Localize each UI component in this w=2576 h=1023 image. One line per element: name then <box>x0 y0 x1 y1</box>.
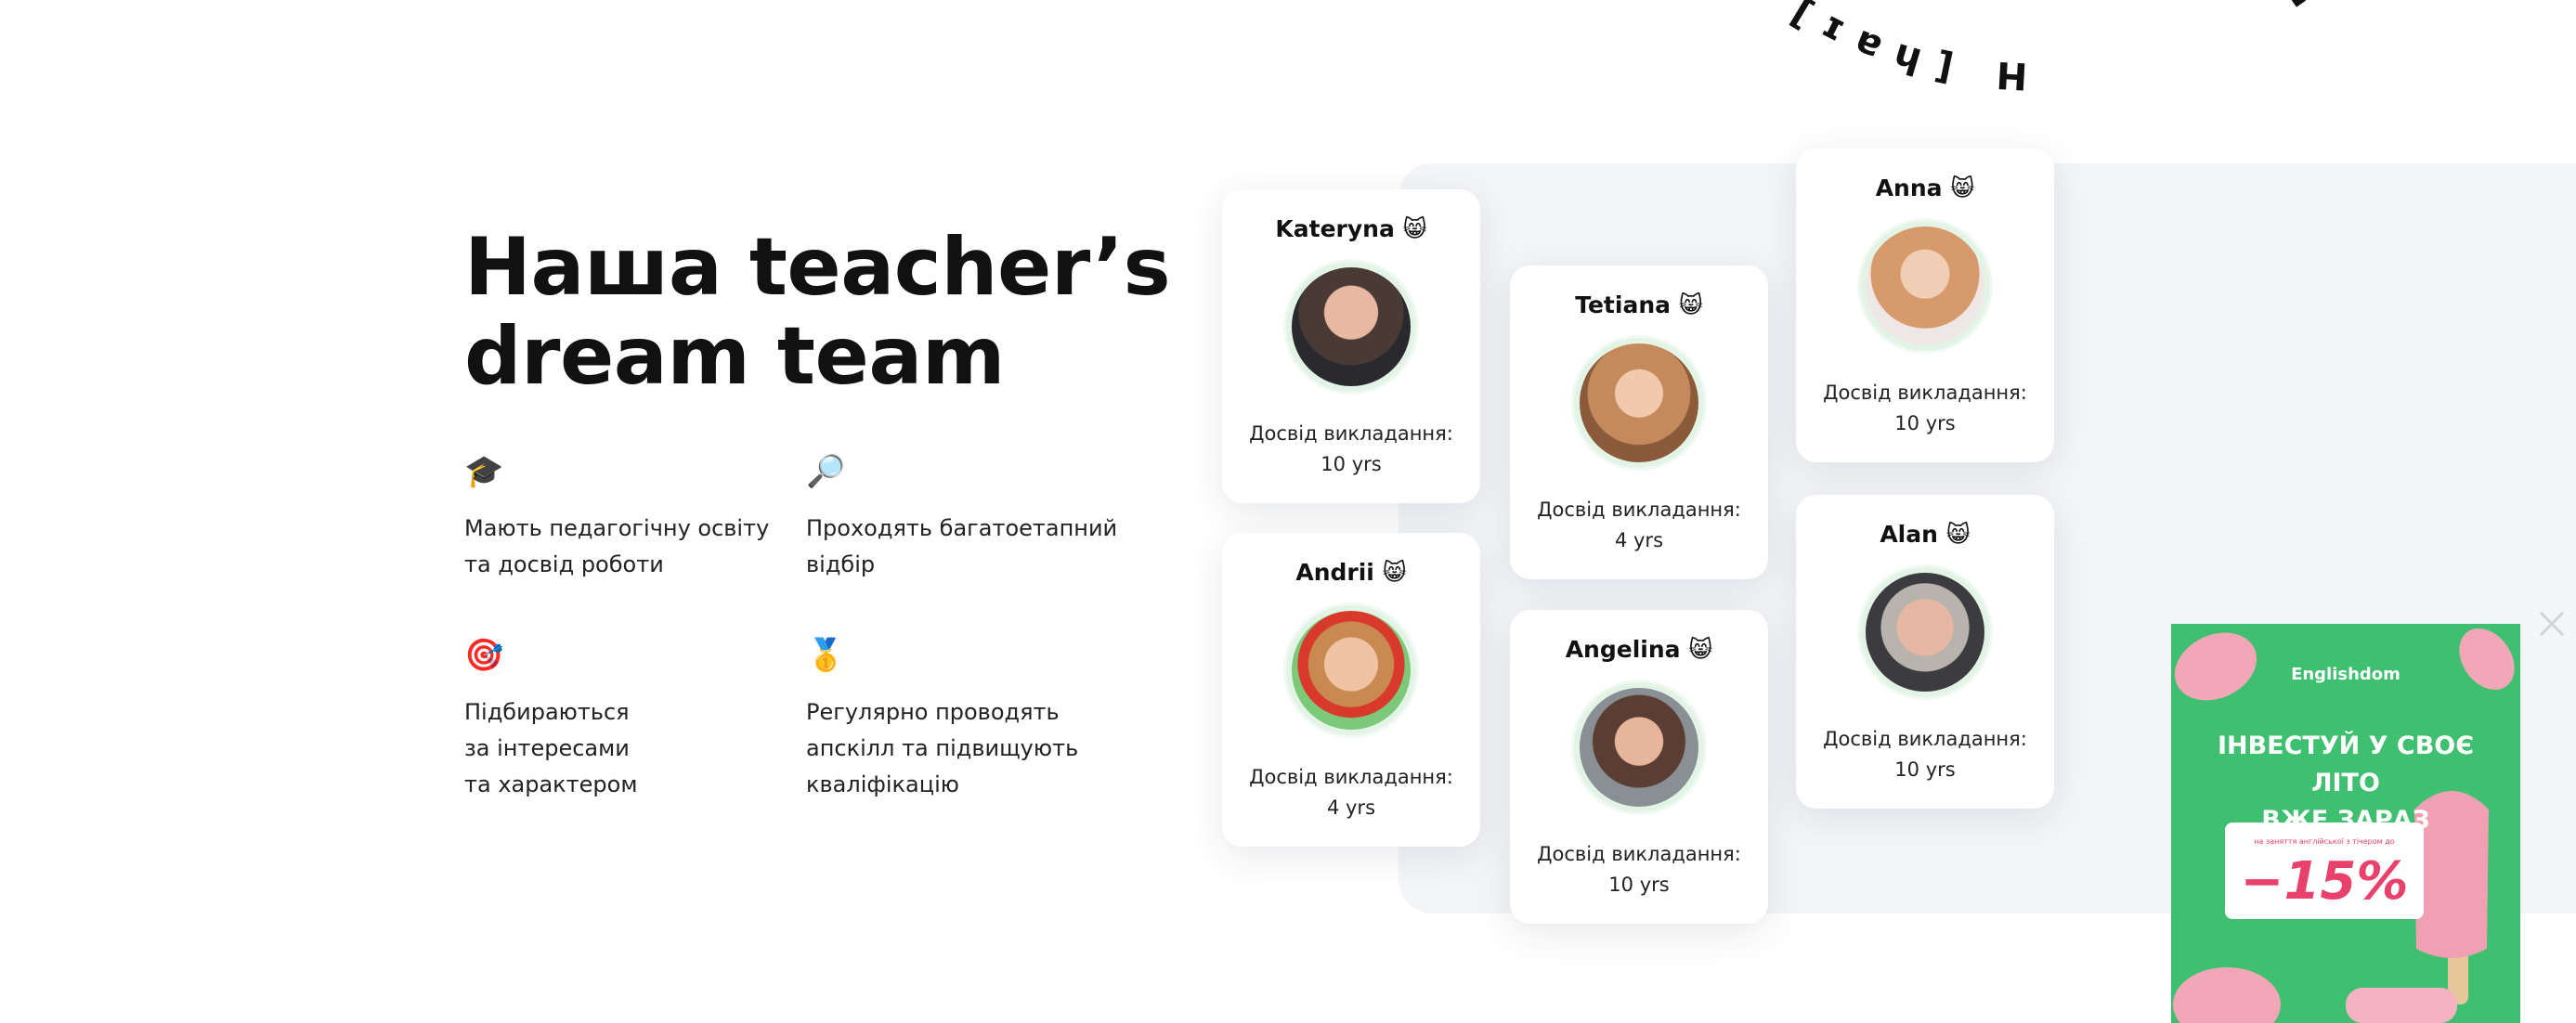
experience-label: Досвід викладання: <box>1537 499 1741 521</box>
teacher-card-tetiana[interactable]: Tetiana 😸 Досвід викладання: 4 yrs <box>1510 265 1768 579</box>
teacher-name: Anna 😸 <box>1875 175 1975 201</box>
fine-print: на заняття англійської з тічером до <box>2254 837 2395 846</box>
experience-label: Досвід викладання: <box>1823 382 2027 404</box>
brand-name: Englishdom <box>2291 665 2400 684</box>
experience-value: 10 yrs <box>1894 412 1956 434</box>
promo-banner[interactable]: Englishdom ІНВЕСТУЙ У СВОЄ ЛІТО ВЖЕ ЗАРА… <box>2171 624 2520 1023</box>
teacher-card-angelina[interactable]: Angelina 😸 Досвід викладання: 10 yrs <box>1510 610 1768 924</box>
experience-value: 10 yrs <box>1321 453 1382 475</box>
teacher-name: Andrii 😸 <box>1295 559 1407 586</box>
avatar <box>1574 338 1704 468</box>
experience-label: Досвід викладання: <box>1249 766 1453 788</box>
discount-coupon: на заняття англійської з тічером до −15% <box>2225 822 2424 919</box>
experience-label: Досвід викладання: <box>1249 422 1453 445</box>
teacher-name: Angelina 😸 <box>1565 636 1713 663</box>
experience-label: Досвід викладання: <box>1537 843 1741 865</box>
experience-label: Досвід викладання: <box>1823 728 2027 750</box>
teacher-name: Tetiana 😸 <box>1575 291 1703 318</box>
avatar <box>1286 262 1416 392</box>
teacher-card-andrii[interactable]: Andrii 😸 Досвід викладання: 4 yrs <box>1222 533 1480 847</box>
cat-emoji-icon: 😸 <box>1945 521 1971 548</box>
teacher-name: Kateryna 😸 <box>1275 215 1427 242</box>
experience-value: 4 yrs <box>1614 529 1664 551</box>
experience-value: 10 yrs <box>1608 874 1670 896</box>
teacher-name: Alan 😸 <box>1880 521 1971 548</box>
avatar <box>1860 221 1990 351</box>
discount-value: −15% <box>2240 851 2409 912</box>
avatar <box>1860 567 1990 697</box>
teacher-card-alan[interactable]: Alan 😸 Досвід викладання: 10 yrs <box>1796 495 2054 809</box>
teacher-card-kateryna[interactable]: Kateryna 😸 Досвід викладання: 10 yrs <box>1222 189 1480 503</box>
experience-value: 10 yrs <box>1894 758 1956 781</box>
teacher-card-anna[interactable]: Anna 😸 Досвід викладання: 10 yrs <box>1796 149 2054 462</box>
cat-emoji-icon: 😸 <box>1402 215 1427 242</box>
close-icon[interactable] <box>2533 605 2570 642</box>
cat-emoji-icon: 😸 <box>1688 636 1713 663</box>
cat-emoji-icon: 😸 <box>1382 559 1407 586</box>
cat-emoji-icon: 😸 <box>1678 291 1703 318</box>
avatar <box>1574 682 1704 812</box>
svg-text:H [haɪ] how [haʊ] are [ə] you: H [haɪ] how [haʊ] are [ə] you [juː] H [h… <box>1557 0 2502 97</box>
avatar <box>1286 605 1416 735</box>
experience-value: 4 yrs <box>1326 796 1376 819</box>
ring-text: H [haɪ] how [haʊ] are [ə] you [juː] H [h… <box>1557 0 2487 97</box>
cat-emoji-icon: 😸 <box>1950 175 1975 201</box>
